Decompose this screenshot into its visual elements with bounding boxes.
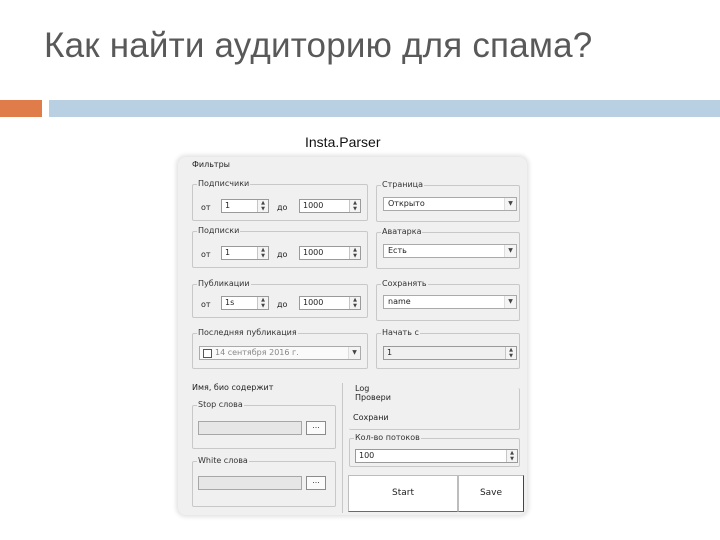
followers-to-label: до: [277, 203, 288, 212]
log-checked-label: Провери: [355, 393, 391, 402]
vertical-divider: [342, 383, 343, 513]
followers-group: Подписчики от 1 ▲ ▼ до 1000 ▲ ▼: [192, 179, 368, 221]
slide-title: Как найти аудиторию для спама?: [44, 26, 593, 65]
threads-spinner[interactable]: 100 ▲ ▼: [355, 449, 518, 463]
avatar-label: Аватарка: [381, 227, 423, 237]
last-post-date-picker[interactable]: 14 сентября 2016 г. ▼: [199, 346, 361, 360]
white-words-group: White слова ...: [192, 456, 336, 507]
start-from-label: Начать с: [381, 328, 420, 338]
posts-label: Публикации: [197, 279, 251, 289]
followers-to-spinner[interactable]: 1000 ▲ ▼: [299, 199, 361, 213]
filters-label: Фильтры: [192, 160, 230, 169]
followers-from-spinner[interactable]: 1 ▲ ▼: [221, 199, 269, 213]
last-post-group: Последняя публикация 14 сентября 2016 г.…: [192, 328, 368, 369]
threads-value: 100: [359, 451, 375, 460]
threads-label: Кол-во потоков: [354, 433, 421, 443]
posts-from-spinner[interactable]: 1s ▲ ▼: [221, 296, 269, 310]
accent-bar-orange: [0, 100, 42, 117]
following-group: Подписки от 1 ▲ ▼ до 1000 ▲ ▼: [192, 226, 368, 268]
followers-from-value: 1: [225, 201, 231, 210]
stop-words-group: Stop слова ...: [192, 400, 336, 449]
chevron-down-icon[interactable]: ▼: [504, 296, 516, 308]
posts-to-label: до: [277, 300, 288, 309]
following-to-value: 1000: [303, 248, 324, 257]
save-as-select-value: name: [388, 297, 411, 306]
page-group: Страница Открыто ▼: [376, 180, 520, 222]
start-from-spinner[interactable]: 1 ▲ ▼: [383, 346, 517, 360]
start-button[interactable]: Start: [348, 475, 458, 512]
posts-to-value: 1000: [303, 298, 324, 307]
spinner-arrows-icon[interactable]: ▲ ▼: [506, 450, 517, 462]
posts-to-spinner[interactable]: 1000 ▲ ▼: [299, 296, 361, 310]
save-button[interactable]: Save: [458, 475, 524, 512]
posts-from-value: 1s: [225, 298, 235, 307]
chevron-down-icon[interactable]: ▼: [504, 245, 516, 257]
spinner-arrows-icon[interactable]: ▲ ▼: [505, 347, 516, 359]
spinner-arrows-icon[interactable]: ▲ ▼: [257, 200, 268, 212]
avatar-select-value: Есть: [388, 246, 407, 255]
accent-bar-blue: [49, 100, 720, 117]
chevron-down-icon[interactable]: ▼: [504, 198, 516, 210]
save-as-group: Сохранять name ▼: [376, 279, 520, 321]
following-from-spinner[interactable]: 1 ▲ ▼: [221, 246, 269, 260]
last-post-checkbox[interactable]: [203, 349, 212, 358]
page-select[interactable]: Открыто ▼: [383, 197, 517, 211]
insta-parser-window: Фильтры Подписчики от 1 ▲ ▼ до 1000 ▲ ▼ По…: [178, 157, 527, 515]
following-from-value: 1: [225, 248, 231, 257]
spinner-arrows-icon[interactable]: ▲ ▼: [349, 200, 360, 212]
white-words-path-input[interactable]: [198, 476, 302, 490]
stop-words-label: Stop слова: [197, 400, 244, 410]
last-post-date-value: 14 сентября 2016 г.: [215, 348, 299, 357]
white-words-label: White слова: [197, 456, 249, 466]
stop-words-path-input[interactable]: [198, 421, 302, 435]
following-to-spinner[interactable]: 1000 ▲ ▼: [299, 246, 361, 260]
chevron-down-icon[interactable]: ▼: [348, 347, 360, 359]
page-select-value: Открыто: [388, 199, 425, 208]
white-words-browse-button[interactable]: ...: [306, 476, 326, 490]
spinner-arrows-icon[interactable]: ▲ ▼: [257, 247, 268, 259]
log-group: Log Провери: [349, 384, 520, 430]
threads-group: Кол-во потоков 100 ▲ ▼: [349, 433, 520, 467]
save-as-select[interactable]: name ▼: [383, 295, 517, 309]
posts-group: Публикации от 1s ▲ ▼ до 1000 ▲ ▼: [192, 279, 368, 318]
bio-label: Имя, био содержит: [192, 383, 274, 392]
spinner-arrows-icon[interactable]: ▲ ▼: [349, 247, 360, 259]
following-label: Подписки: [197, 226, 241, 236]
avatar-select[interactable]: Есть ▼: [383, 244, 517, 258]
followers-to-value: 1000: [303, 201, 324, 210]
following-from-label: от: [201, 250, 211, 259]
spinner-arrows-icon[interactable]: ▲ ▼: [349, 297, 360, 309]
avatar-group: Аватарка Есть ▼: [376, 227, 520, 269]
followers-label: Подписчики: [197, 179, 251, 189]
page-label: Страница: [381, 180, 425, 190]
following-to-label: до: [277, 250, 288, 259]
followers-from-label: от: [201, 203, 211, 212]
start-from-value: 1: [387, 348, 393, 357]
start-from-group: Начать с 1 ▲ ▼: [376, 328, 520, 369]
save-as-label: Сохранять: [381, 279, 428, 289]
screenshot-caption: Insta.Parser: [305, 134, 381, 150]
stop-words-browse-button[interactable]: ...: [306, 421, 326, 435]
log-saved-label: Сохрани: [353, 413, 389, 422]
posts-from-label: от: [201, 300, 211, 309]
last-post-label: Последняя публикация: [197, 328, 298, 338]
spinner-arrows-icon[interactable]: ▲ ▼: [257, 297, 268, 309]
